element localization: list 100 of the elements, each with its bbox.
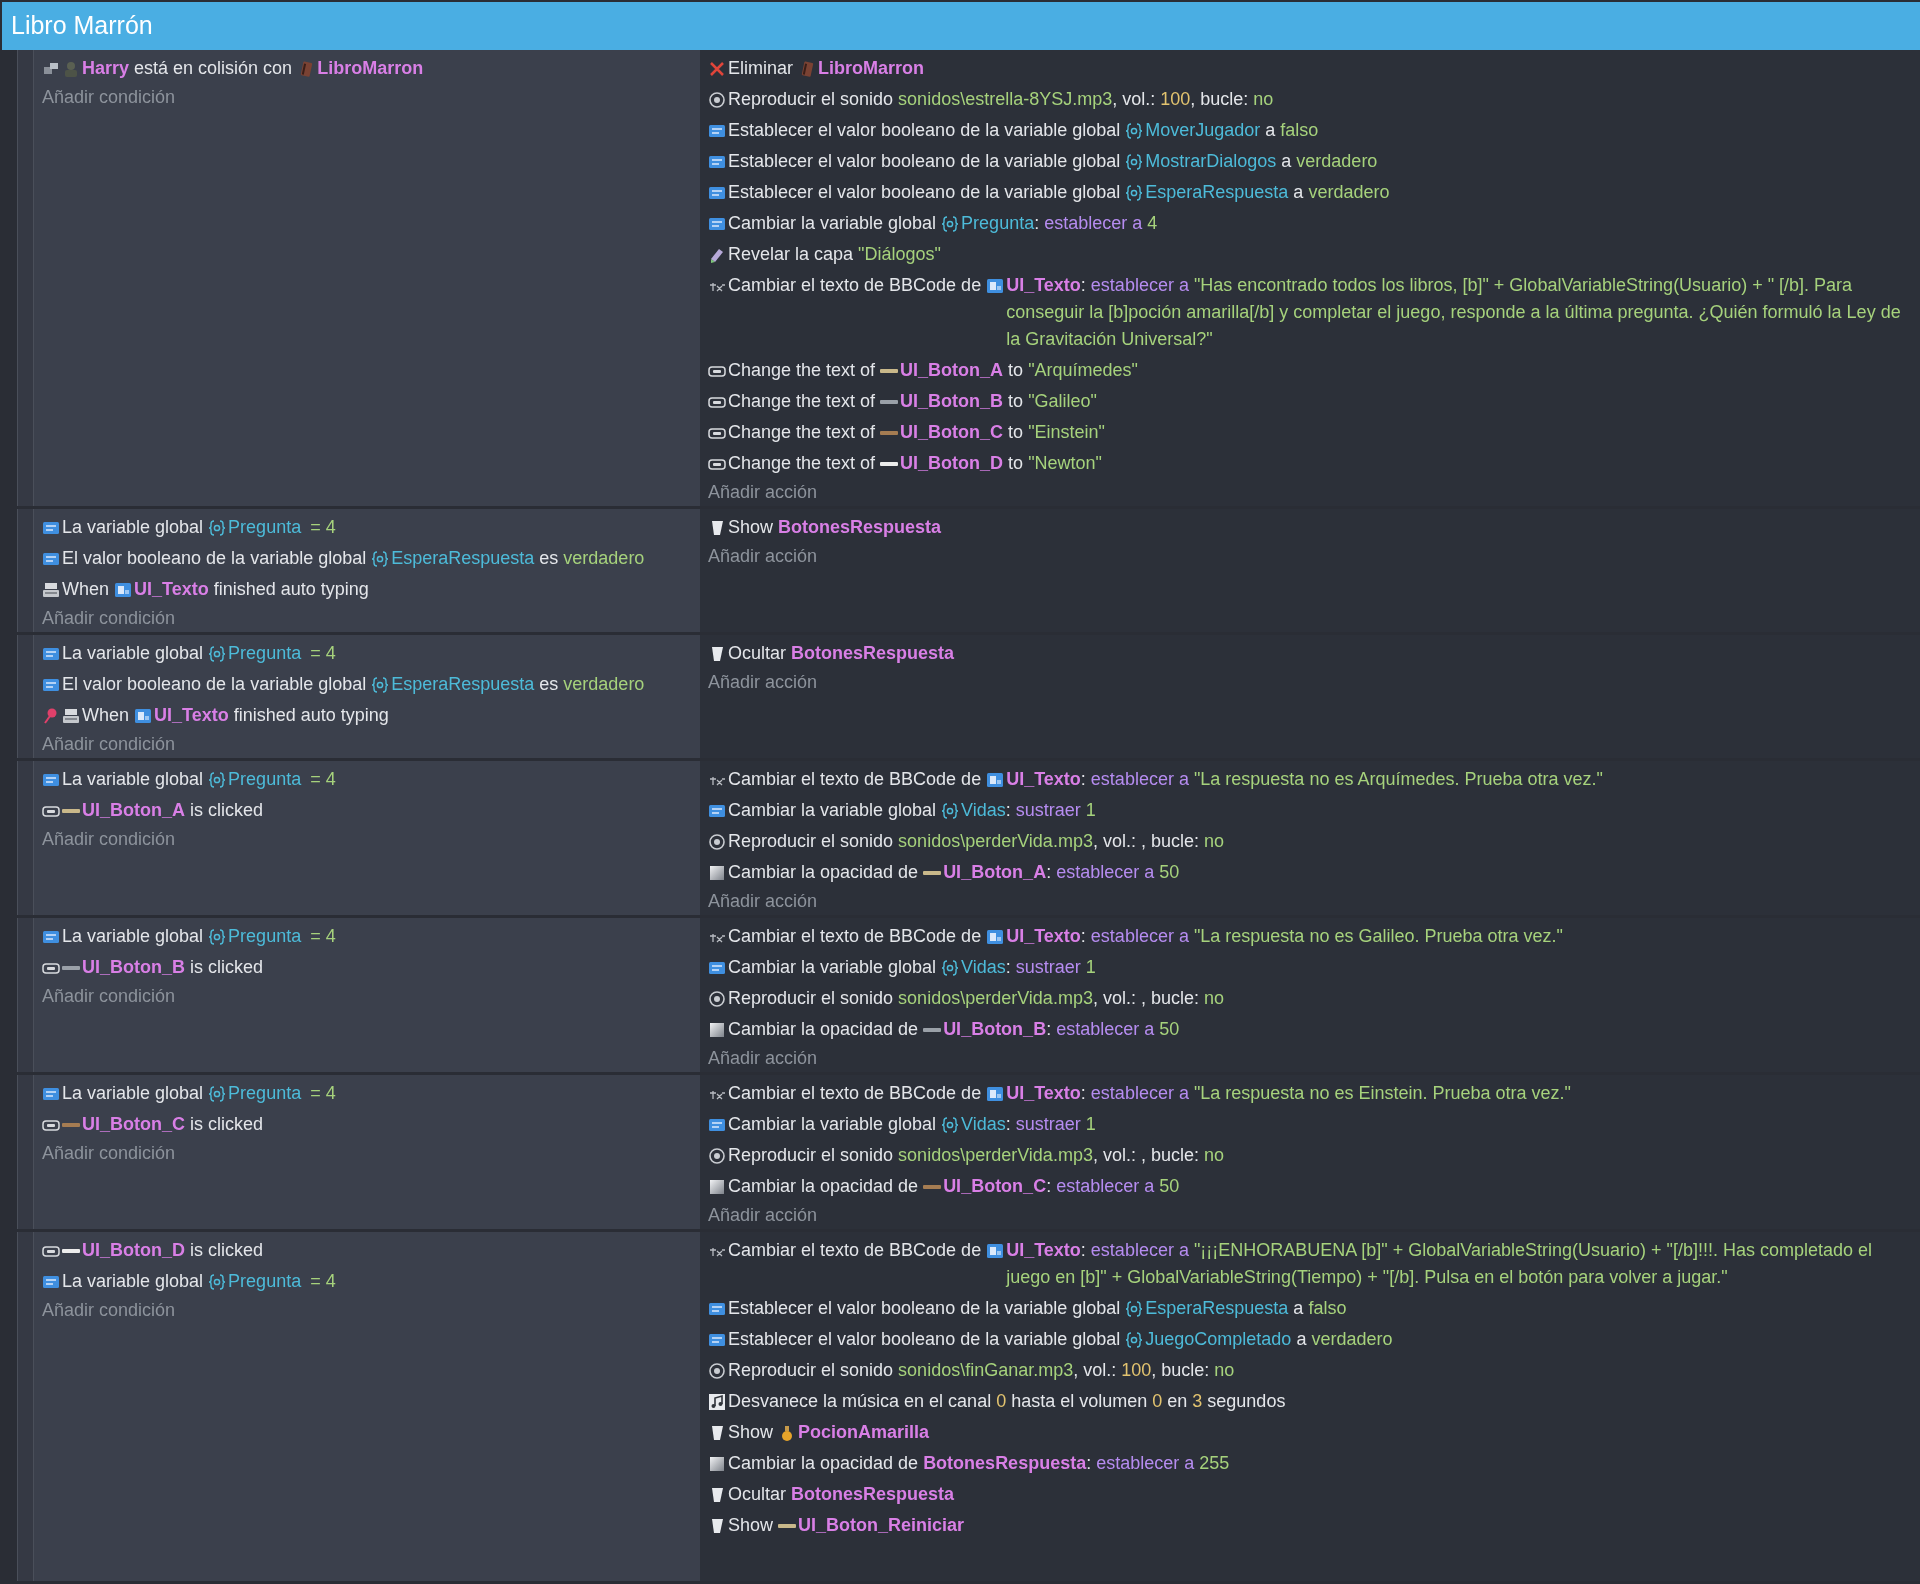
text-object-icon — [986, 1242, 1005, 1260]
action-text: Reproducir el sonido sonidos\perderVida.mp3, vol.: , bucle: no — [728, 830, 1225, 853]
variable-icon — [42, 519, 60, 537]
speaker-icon — [708, 1362, 726, 1380]
event-handle[interactable] — [18, 918, 34, 1072]
action-text: Vidas: sustraer 1 — [961, 1113, 1097, 1136]
action-text: Cambiar el texto de BBCode de — [728, 274, 983, 297]
braces-icon — [1125, 153, 1144, 171]
add-condition-link[interactable]: Añadir condición — [42, 734, 176, 754]
variable-icon — [708, 153, 726, 171]
event-handle[interactable] — [18, 761, 34, 915]
action-text: Ocultar BotonesRespuesta — [728, 642, 956, 665]
event-group-title: Libro Marrón — [11, 10, 153, 42]
condition-text: Pregunta = 4 — [228, 516, 337, 539]
pencil-icon — [708, 246, 726, 264]
braces-icon — [1125, 122, 1144, 140]
action-text: UI_Texto: establecer a "La respuesta no es Galileo. Prueba otra vez." — [1006, 925, 1564, 948]
add-condition-link[interactable]: Añadir condición — [42, 87, 176, 107]
action-text: Establecer el valor booleano de la variable global — [728, 1297, 1122, 1320]
variable-icon — [42, 676, 60, 694]
condition-text: UI_Boton_B is clicked — [82, 956, 265, 979]
action-text: Cambiar la variable global — [728, 1113, 938, 1136]
condition-text: La variable global — [62, 925, 205, 948]
action-text: Reproducir el sonido sonidos\estrella-8YSJ.mp3, vol.: 100, bucle: no — [728, 88, 1275, 111]
condition-text: El valor booleano de la variable global — [62, 547, 368, 570]
gradient-square-icon — [708, 1178, 726, 1196]
speaker-icon — [708, 1147, 726, 1165]
action-text: UI_Boton_B: establecer a 50 — [943, 1018, 1181, 1041]
typewriter-icon — [62, 707, 80, 725]
gradient-square-icon — [708, 864, 726, 882]
variable-icon — [42, 1085, 60, 1103]
add-condition-link[interactable]: Añadir condición — [42, 608, 176, 628]
add-action-link[interactable]: Añadir acción — [708, 1205, 818, 1225]
action-text: UI_Boton_Reiniciar — [798, 1514, 966, 1537]
action-text: Reproducir el sonido sonidos\finGanar.mp3, vol.: 100, bucle: no — [728, 1359, 1236, 1382]
gradient-square-icon — [708, 1021, 726, 1039]
variable-icon — [708, 959, 726, 977]
condition-text: Pregunta = 4 — [228, 925, 337, 948]
add-action-link[interactable]: Añadir acción — [708, 672, 818, 692]
condition-text: Pregunta = 4 — [228, 642, 337, 665]
condition-text: La variable global — [62, 516, 205, 539]
condition-text: Harry está en colisión con — [82, 57, 294, 80]
action-text: UI_Boton_A to "Arquímedes" — [900, 359, 1139, 382]
event-handle[interactable] — [18, 509, 34, 632]
gradient-square-icon — [708, 1455, 726, 1473]
event-handle[interactable] — [18, 1075, 34, 1229]
braces-icon — [941, 215, 960, 233]
add-condition-link[interactable]: Añadir condición — [42, 986, 176, 1006]
variable-icon — [708, 1331, 726, 1349]
event-group-header[interactable]: Libro Marrón — [0, 0, 1920, 50]
variable-icon — [708, 184, 726, 202]
add-condition-link[interactable]: Añadir condición — [42, 1300, 176, 1320]
braces-icon — [1125, 1331, 1144, 1349]
event-handle[interactable] — [18, 1232, 34, 1581]
close-icon — [708, 60, 726, 78]
condition-text: Pregunta = 4 — [228, 768, 337, 791]
text-object-icon — [986, 1085, 1005, 1103]
braces-icon — [941, 959, 960, 977]
action-text: Change the text of — [728, 359, 877, 382]
action-text: UI_Boton_B to "Galileo" — [900, 390, 1098, 413]
variable-icon — [708, 122, 726, 140]
action-text: Ocultar BotonesRespuesta — [728, 1483, 956, 1506]
add-condition-link[interactable]: Añadir condición — [42, 1143, 176, 1163]
add-action-link[interactable]: Añadir acción — [708, 1048, 818, 1068]
event-handle[interactable] — [18, 50, 34, 506]
action-text: Pregunta: establecer a 4 — [961, 212, 1159, 235]
action-text: Vidas: sustraer 1 — [961, 799, 1097, 822]
variable-icon — [708, 802, 726, 820]
braces-icon — [208, 771, 227, 789]
action-text: Cambiar la opacidad de — [728, 1175, 920, 1198]
variable-icon — [708, 215, 726, 233]
action-text: Show — [728, 1514, 775, 1537]
action-text: MoverJugador a falso — [1145, 119, 1320, 142]
braces-icon — [208, 928, 227, 946]
text-object-icon — [986, 277, 1005, 295]
add-action-link[interactable]: Añadir acción — [708, 546, 818, 566]
character-icon — [62, 60, 80, 78]
variable-icon — [42, 1273, 60, 1291]
action-text: JuegoCompletado a verdadero — [1145, 1328, 1394, 1351]
action-text: Reproducir el sonido sonidos\perderVida.mp3, vol.: , bucle: no — [728, 1144, 1225, 1167]
condition-text: La variable global — [62, 1082, 205, 1105]
condition-text: When — [62, 578, 111, 601]
variable-icon — [42, 771, 60, 789]
add-action-link[interactable]: Añadir acción — [708, 482, 818, 502]
condition-text: EsperaRespuesta es verdadero — [391, 547, 646, 570]
add-action-link[interactable]: Añadir acción — [708, 891, 818, 911]
action-text: Cambiar el texto de BBCode de — [728, 1082, 983, 1105]
add-condition-link[interactable]: Añadir condición — [42, 829, 176, 849]
event-handle[interactable] — [18, 635, 34, 758]
action-text: Establecer el valor booleano de la variable global — [728, 150, 1122, 173]
action-text: Reproducir el sonido sonidos\perderVida.mp3, vol.: , bucle: no — [728, 987, 1225, 1010]
action-text: Cambiar el texto de BBCode de — [728, 925, 983, 948]
condition-text: When — [82, 704, 131, 727]
condition-text: La variable global — [62, 768, 205, 791]
condition-text: UI_Texto finished auto typing — [134, 578, 370, 601]
action-text: Vidas: sustraer 1 — [961, 956, 1097, 979]
action-text: Cambiar el texto de BBCode de — [728, 1239, 983, 1262]
action-text: UI_Texto: establecer a "Has encontrado todos los libros, [b]" + GlobalVariableString(Usuario) + " [/b]. Para conseguir la [b]poción amarilla[/b] y completar el juego, responde a la última pregunta. ¿Quién formuló la Ley de la Gravitación Universal?" — [1006, 274, 1902, 351]
action-text: Change the text of — [728, 390, 877, 413]
text-object-icon — [114, 581, 133, 599]
